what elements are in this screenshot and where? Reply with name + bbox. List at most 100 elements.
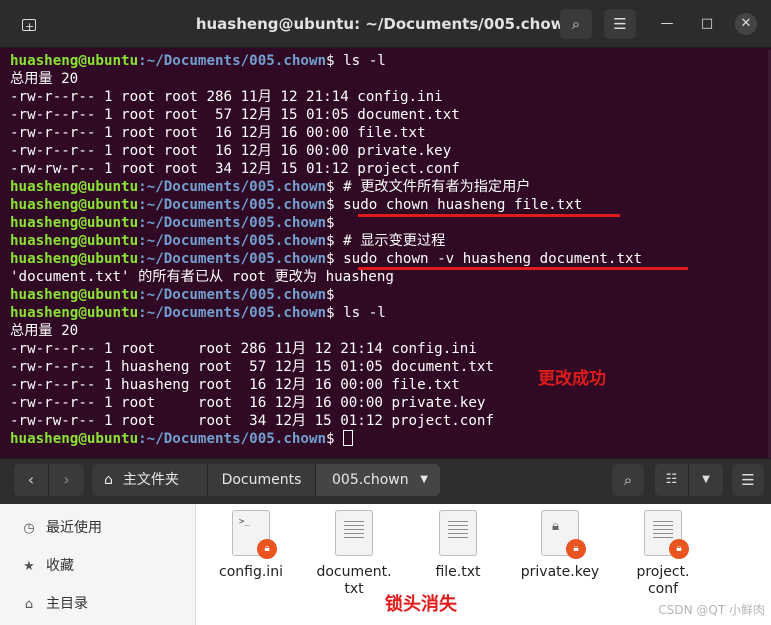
breadcrumb-documents[interactable]: Documents xyxy=(208,464,316,496)
breadcrumb-home-label: 主文件夹 xyxy=(122,472,179,488)
terminal-output-line: -rw-r--r-- 1 root root 286 11月 12 21:14 … xyxy=(10,88,771,106)
prompt-symbol: $ xyxy=(326,53,344,69)
nav-buttons: ‹ › xyxy=(14,464,84,496)
file-manager-header: ‹ › ⌂ 主文件夹 Documents 005.chown ▼ ⌕ ☷ ▼ ☰ xyxy=(0,458,771,504)
prompt-user: huasheng@ubuntu xyxy=(10,215,139,231)
terminal-output[interactable]: huasheng@ubuntu:~/Documents/005.chown$ l… xyxy=(0,50,771,458)
forward-button[interactable]: › xyxy=(49,464,84,496)
close-button[interactable]: ✕ xyxy=(735,13,757,35)
sidebar-item-recent[interactable]: ◷ 最近使用 xyxy=(0,510,196,546)
list-view-button[interactable]: ☷ xyxy=(655,464,689,496)
terminal-menu-button[interactable]: ☰ xyxy=(604,9,636,39)
output-text: 'document.txt' 的所有者已从 root 更改为 huasheng xyxy=(10,269,394,285)
prompt-path: :~/Documents/005.chown xyxy=(138,179,327,195)
prompt-path: :~/Documents/005.chown xyxy=(138,431,327,447)
view-dropdown-button[interactable]: ▼ xyxy=(689,464,723,496)
lock-icon: 🔒︎ xyxy=(257,539,277,559)
prompt-symbol: $ xyxy=(326,197,344,213)
prompt-user: huasheng@ubuntu xyxy=(10,431,139,447)
file-item[interactable]: 🔒︎ 🔒︎ private.key xyxy=(510,510,610,581)
output-text: -rw-r--r-- 1 root root 16 12月 16 00:00 p… xyxy=(10,143,452,159)
file-manager-menu-button[interactable]: ☰ xyxy=(732,464,764,496)
script-file-icon: >_ 🔒︎ xyxy=(232,510,277,559)
minimize-icon: — xyxy=(660,16,674,31)
file-search-button[interactable]: ⌕ xyxy=(612,464,644,496)
prompt-user: huasheng@ubuntu xyxy=(10,179,139,195)
output-text: 总用量 20 xyxy=(10,71,79,87)
terminal-output-line: -rw-r--r-- 1 huasheng root 16 12月 16 00:… xyxy=(10,376,771,394)
terminal-output-line: -rw-r--r-- 1 root root 57 12月 15 01:05 d… xyxy=(10,106,771,124)
sidebar-item-label: 主目录 xyxy=(46,596,88,612)
annotation-lock: 锁头消失 xyxy=(385,594,457,615)
prompt-path: :~/Documents/005.chown xyxy=(138,215,327,231)
prompt-symbol: $ xyxy=(326,305,344,321)
chevron-right-icon: › xyxy=(63,470,70,489)
prompt-user: huasheng@ubuntu xyxy=(10,251,139,267)
output-text: 总用量 20 xyxy=(10,323,79,339)
new-tab-icon xyxy=(22,14,36,40)
prompt-symbol: $ xyxy=(326,179,344,195)
file-item[interactable]: document. txt xyxy=(304,510,404,598)
prompt-path: :~/Documents/005.chown xyxy=(138,251,327,267)
text-file-icon: 🔒︎ xyxy=(644,510,689,559)
prompt-symbol: $ xyxy=(326,431,344,447)
hamburger-menu-icon: ☰ xyxy=(613,15,627,33)
terminal-prompt-line: huasheng@ubuntu:~/Documents/005.chown$ xyxy=(10,286,771,304)
prompt-user: huasheng@ubuntu xyxy=(10,53,139,69)
sidebar-item-label: 收藏 xyxy=(46,558,74,574)
breadcrumb-documents-label: Documents xyxy=(221,472,302,488)
back-button[interactable]: ‹ xyxy=(14,464,49,496)
text-cursor xyxy=(343,430,354,446)
file-item[interactable]: >_ 🔒︎ config.ini xyxy=(201,510,301,581)
new-tab-button[interactable] xyxy=(14,11,44,40)
star-icon: ★ xyxy=(23,559,35,574)
chevron-down-icon: ▼ xyxy=(702,474,710,485)
lock-icon: 🔒︎ xyxy=(669,539,689,559)
close-icon: ✕ xyxy=(740,16,752,31)
terminal-output-line: -rw-r--r-- 1 root root 286 11月 12 21:14 … xyxy=(10,340,771,358)
command-text: sudo chown -v huasheng document.txt xyxy=(343,251,643,267)
clock-icon: ◷ xyxy=(23,521,35,536)
minimize-button[interactable]: — xyxy=(656,13,678,35)
red-underline xyxy=(358,214,620,217)
prompt-path: :~/Documents/005.chown xyxy=(138,233,327,249)
text-file-icon xyxy=(335,510,373,556)
text-file-icon xyxy=(439,510,477,556)
sidebar: ◷ 最近使用 ★ 收藏 ⌂ 主目录 xyxy=(0,504,196,625)
prompt-path: :~/Documents/005.chown xyxy=(138,197,327,213)
sidebar-item-starred[interactable]: ★ 收藏 xyxy=(0,548,196,584)
prompt-user: huasheng@ubuntu xyxy=(10,305,139,321)
terminal-output-line: -rw-r--r-- 1 root root 16 12月 16 00:00 p… xyxy=(10,142,771,160)
terminal-titlebar: huasheng@ubuntu: ~/Documents/005.chown ⌕… xyxy=(0,0,771,48)
terminal-output-line: -rw-r--r-- 1 root root 16 12月 16 00:00 f… xyxy=(10,124,771,142)
maximize-button[interactable]: □ xyxy=(696,13,718,35)
terminal-search-button[interactable]: ⌕ xyxy=(560,9,592,39)
terminal-prompt-line: huasheng@ubuntu:~/Documents/005.chown$ s… xyxy=(10,196,771,214)
terminal-output-line: 'document.txt' 的所有者已从 root 更改为 huasheng xyxy=(10,268,771,286)
file-item[interactable]: 🔒︎ project. conf xyxy=(613,510,713,598)
watermark: CSDN @QT 小鲜肉 xyxy=(658,603,765,617)
terminal-prompt-line: huasheng@ubuntu:~/Documents/005.chown$ #… xyxy=(10,232,771,250)
terminal-prompt-line: huasheng@ubuntu:~/Documents/005.chown$ l… xyxy=(10,304,771,322)
terminal-prompt-line: huasheng@ubuntu:~/Documents/005.chown$ #… xyxy=(10,178,771,196)
terminal-output-line: -rw-r--r-- 1 huasheng root 57 12月 15 01:… xyxy=(10,358,771,376)
breadcrumb-current[interactable]: 005.chown ▼ xyxy=(316,464,440,496)
file-name: file.txt xyxy=(435,564,481,580)
prompt-path: :~/Documents/005.chown xyxy=(138,53,327,69)
lock-icon: 🔒︎ xyxy=(566,539,586,559)
file-item[interactable]: file.txt xyxy=(408,510,508,581)
view-options: ☷ ▼ xyxy=(655,464,723,496)
terminal-output-line: 总用量 20 xyxy=(10,70,771,88)
key-file-icon: 🔒︎ 🔒︎ xyxy=(541,510,586,559)
output-text: -rw-r--r-- 1 huasheng root 57 12月 15 01:… xyxy=(10,359,494,375)
prompt-symbol: $ xyxy=(326,215,344,231)
breadcrumb-home[interactable]: ⌂ 主文件夹 xyxy=(92,464,208,496)
chevron-left-icon: ‹ xyxy=(27,470,35,489)
prompt-user: huasheng@ubuntu xyxy=(10,287,139,303)
prompt-path: :~/Documents/005.chown xyxy=(138,287,327,303)
output-text: -rw-r--r-- 1 huasheng root 16 12月 16 00:… xyxy=(10,377,460,393)
prompt-user: huasheng@ubuntu xyxy=(10,233,139,249)
hamburger-menu-icon: ☰ xyxy=(741,471,755,489)
output-text: -rw-r--r-- 1 root root 57 12月 15 01:05 d… xyxy=(10,107,460,123)
sidebar-item-home[interactable]: ⌂ 主目录 xyxy=(0,586,196,622)
